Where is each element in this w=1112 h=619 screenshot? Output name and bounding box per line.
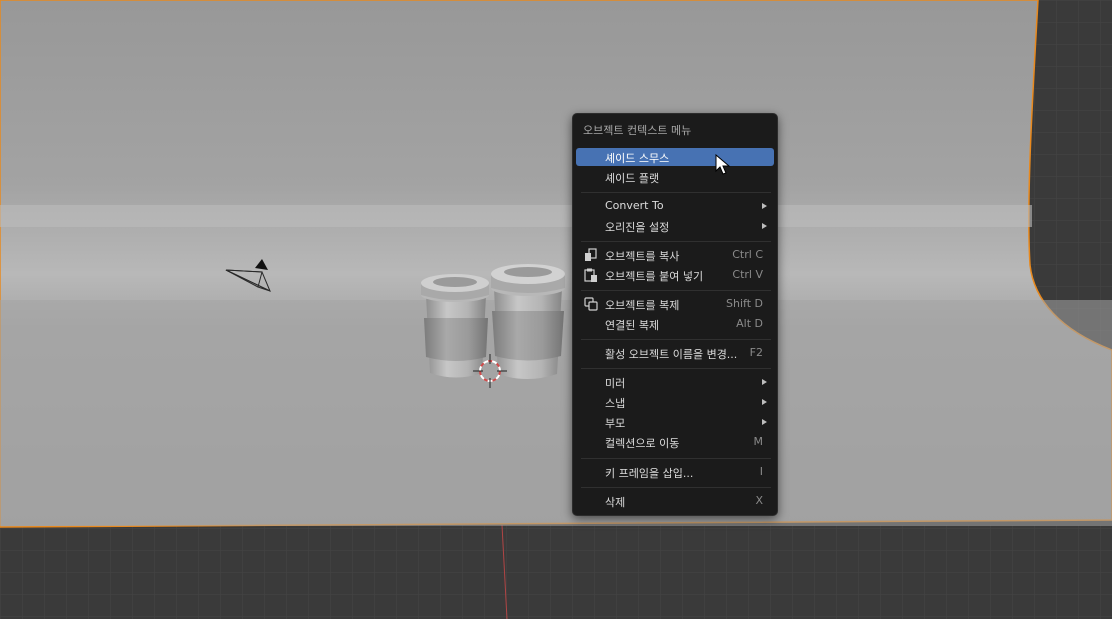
paste-icon: [584, 268, 597, 282]
duplicate-icon: [584, 297, 598, 311]
menu-item-label: 스냅: [605, 397, 626, 410]
menu-item-duplicate-objects[interactable]: 오브젝트를 복제 Shift D: [576, 295, 774, 313]
menu-separator: [581, 339, 771, 340]
menu-item-move-to-collection[interactable]: 컬렉션으로 이동 M: [576, 433, 774, 451]
menu-item-label: 연결된 복제: [605, 319, 660, 332]
menu-item-set-origin[interactable]: 오리진을 설정: [576, 217, 774, 235]
menu-item-duplicate-linked[interactable]: 연결된 복제 Alt D: [576, 315, 774, 333]
shortcut-label: M: [753, 435, 764, 448]
menu-separator: [581, 368, 771, 369]
menu-item-label: 셰이드 플랫: [605, 172, 660, 185]
menu-item-label: 오브젝트를 붙여 넣기: [605, 270, 704, 283]
coffee-cup-right[interactable]: [491, 264, 565, 379]
menu-item-insert-keyframe[interactable]: 키 프레임을 삽입... I: [576, 463, 774, 481]
menu-item-label: 활성 오브젝트 이름을 변경...: [605, 348, 738, 361]
menu-item-shade-smooth[interactable]: 셰이드 스무스: [576, 148, 774, 166]
menu-separator: [581, 192, 771, 193]
menu-item-label: 오리진을 설정: [605, 221, 670, 234]
coffee-cup-left[interactable]: [421, 274, 489, 378]
submenu-arrow-icon: [762, 223, 767, 229]
menu-separator: [581, 458, 771, 459]
mouse-pointer-icon: [715, 154, 731, 175]
menu-item-label: 부모: [605, 417, 626, 430]
submenu-arrow-icon: [762, 203, 767, 209]
shortcut-label: Ctrl C: [732, 248, 763, 261]
3d-viewport[interactable]: [0, 0, 1112, 619]
menu-item-label: 키 프레임을 삽입...: [605, 467, 694, 480]
menu-item-rename-active[interactable]: 활성 오브젝트 이름을 변경... F2: [576, 344, 774, 362]
shortcut-label: Ctrl V: [732, 268, 763, 281]
menu-separator: [581, 487, 771, 488]
menu-item-delete[interactable]: 삭제 X: [576, 492, 774, 510]
menu-item-label: 오브젝트를 복사: [605, 250, 680, 263]
menu-item-shade-flat[interactable]: 셰이드 플랫: [576, 168, 774, 186]
menu-item-label: 셰이드 스무스: [605, 152, 670, 165]
menu-item-label: 오브젝트를 복제: [605, 299, 680, 312]
copy-icon: [585, 248, 597, 261]
menu-item-copy-objects[interactable]: 오브젝트를 복사 Ctrl C: [576, 246, 774, 264]
object-context-menu: 오브젝트 컨텍스트 메뉴 셰이드 스무스 셰이드 플랫 Convert To 오…: [572, 113, 778, 516]
menu-separator: [581, 290, 771, 291]
menu-item-label: 컬렉션으로 이동: [605, 437, 680, 450]
menu-item-snap[interactable]: 스냅: [576, 393, 774, 411]
submenu-arrow-icon: [762, 379, 767, 385]
context-menu-title: 오브젝트 컨텍스트 메뉴: [583, 124, 692, 137]
shortcut-label: Shift D: [726, 297, 763, 310]
menu-item-label: 삭제: [605, 496, 626, 509]
shortcut-label: F2: [749, 346, 763, 359]
shortcut-label: X: [755, 494, 763, 507]
menu-item-paste-objects[interactable]: 오브젝트를 붙여 넣기 Ctrl V: [576, 266, 774, 284]
menu-item-convert-to[interactable]: Convert To: [576, 197, 774, 215]
submenu-arrow-icon: [762, 399, 767, 405]
shortcut-label: Alt D: [736, 317, 763, 330]
submenu-arrow-icon: [762, 419, 767, 425]
shortcut-label: I: [759, 465, 763, 478]
menu-item-mirror[interactable]: 미러: [576, 373, 774, 391]
menu-separator: [581, 241, 771, 242]
menu-item-label: Convert To: [605, 199, 664, 212]
menu-item-label: 미러: [605, 377, 626, 390]
menu-item-parent[interactable]: 부모: [576, 413, 774, 431]
